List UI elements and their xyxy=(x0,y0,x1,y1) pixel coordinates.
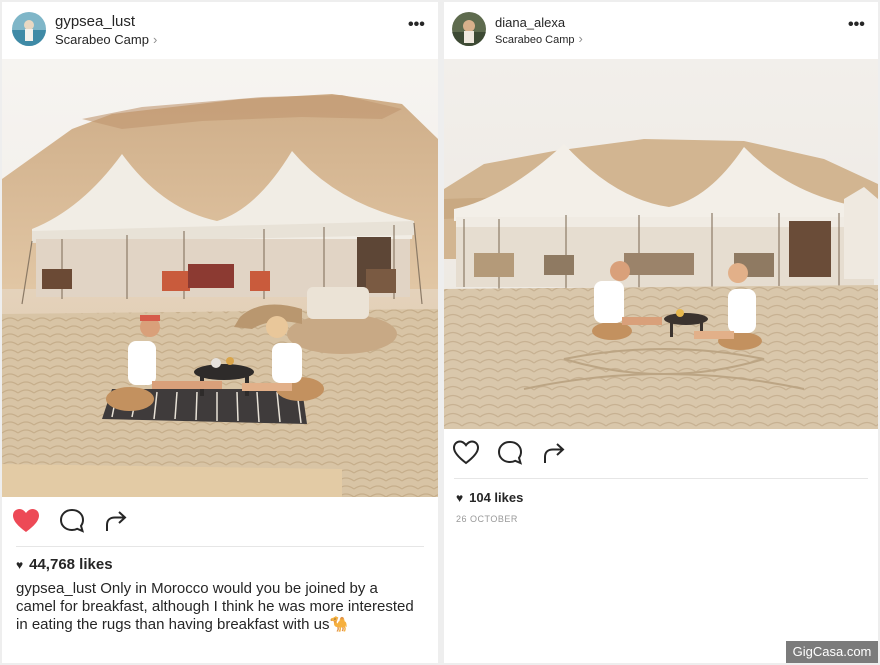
likes-count[interactable]: ♥ 44,768 likes xyxy=(16,556,113,573)
heart-icon[interactable] xyxy=(451,438,481,468)
location-link[interactable]: Scarabeo Camp › xyxy=(495,31,583,46)
heart-icon: ♥ xyxy=(16,558,24,572)
share-icon[interactable] xyxy=(539,438,569,468)
divider xyxy=(454,478,868,479)
more-options-icon[interactable]: ••• xyxy=(848,17,865,33)
likes-label: 104 likes xyxy=(469,490,524,505)
post-gypsea-lust: gypsea_lust Scarabeo Camp › ••• ♥ 44,768… xyxy=(2,2,438,663)
location-link[interactable]: Scarabeo Camp › xyxy=(55,32,157,47)
photo-tent-breakfast xyxy=(444,59,878,429)
post-actions xyxy=(2,506,438,542)
chevron-right-icon: › xyxy=(152,32,158,47)
post-date: 26 OCTOBER xyxy=(456,514,518,524)
camel-emoji: 🐪 xyxy=(329,616,349,633)
avatar[interactable] xyxy=(12,12,46,46)
chevron-right-icon: › xyxy=(578,31,583,46)
post-photo[interactable] xyxy=(444,59,878,429)
comment-icon[interactable] xyxy=(495,438,525,468)
comment-icon[interactable] xyxy=(57,506,87,536)
avatar[interactable] xyxy=(452,12,486,46)
heart-icon: ♥ xyxy=(456,491,464,505)
caption-username[interactable]: gypsea_lust xyxy=(16,580,96,597)
more-options-icon[interactable]: ••• xyxy=(408,17,425,33)
post-diana-alexa: diana_alexa Scarabeo Camp › ••• ♥ 104 li… xyxy=(444,2,878,663)
post-header: gypsea_lust Scarabeo Camp › ••• xyxy=(2,2,438,58)
divider xyxy=(16,546,424,547)
heart-icon[interactable] xyxy=(11,506,41,536)
username[interactable]: diana_alexa xyxy=(495,15,565,30)
share-icon[interactable] xyxy=(101,506,131,536)
location-label: Scarabeo Camp xyxy=(55,32,149,47)
post-photo[interactable] xyxy=(2,59,438,497)
watermark: GigCasa.com xyxy=(786,641,878,663)
location-label: Scarabeo Camp xyxy=(495,34,575,46)
likes-label: 44,768 likes xyxy=(29,556,113,573)
post-actions xyxy=(444,438,878,474)
username[interactable]: gypsea_lust xyxy=(55,13,135,30)
caption: gypsea_lust Only in Morocco would you be… xyxy=(16,580,416,634)
photo-camel-breakfast xyxy=(2,59,438,497)
likes-count[interactable]: ♥ 104 likes xyxy=(456,490,523,505)
post-header: diana_alexa Scarabeo Camp › ••• xyxy=(444,2,878,58)
